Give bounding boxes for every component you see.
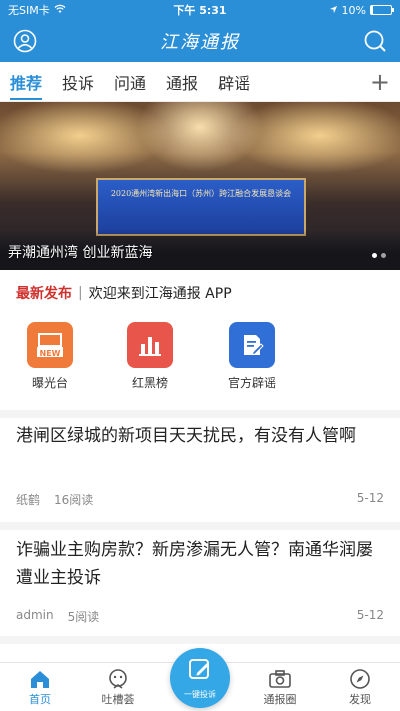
carousel-dot[interactable] bbox=[381, 253, 386, 258]
fab-label: 一键投诉 bbox=[184, 689, 216, 699]
quick-link-ranking[interactable]: 红黑榜 bbox=[110, 322, 190, 391]
pen-icon bbox=[187, 657, 213, 687]
tabbar-complain[interactable]: 吐槽荟 bbox=[88, 667, 148, 707]
status-bar: 无SIM卡 下午 5:31 10% bbox=[0, 0, 400, 20]
search-icon[interactable] bbox=[362, 28, 388, 54]
article-author: admin bbox=[16, 608, 54, 622]
category-tabs: 推荐 投诉 问通 通报 辟谣 + bbox=[0, 62, 400, 102]
bar-chart-icon bbox=[127, 322, 173, 368]
article-author: 纸鹤 bbox=[16, 493, 41, 507]
tabbar-discover[interactable]: 发现 bbox=[330, 667, 390, 707]
tabbar-label: 通报圈 bbox=[263, 693, 297, 706]
new-badge: NEW bbox=[39, 349, 61, 358]
wifi-icon bbox=[54, 4, 66, 17]
home-icon bbox=[10, 667, 70, 691]
camera-icon bbox=[250, 667, 310, 691]
quick-link-label: 曝光台 bbox=[31, 376, 68, 390]
article-reads: 16阅读 bbox=[54, 493, 94, 507]
quick-links: NEW 曝光台 红黑榜 官方辟谣 bbox=[0, 322, 400, 402]
quick-link-exposure[interactable]: NEW 曝光台 bbox=[10, 322, 90, 391]
news-ticker[interactable]: 最新发布 | 欢迎来到江海通报 APP bbox=[0, 278, 400, 308]
app-title: 江海通报 bbox=[160, 32, 240, 53]
article-date: 5-12 bbox=[356, 608, 384, 622]
status-time: 下午 5:31 bbox=[173, 4, 227, 17]
article-reads: 5阅读 bbox=[67, 610, 100, 624]
banner-caption: 弄潮通州湾 创业新蓝海 bbox=[8, 245, 153, 261]
quick-link-label: 红黑榜 bbox=[131, 376, 168, 390]
article-title: 诈骗业主购房款？新房渗漏无人管？南通华润屡遭业主投诉 bbox=[16, 540, 373, 588]
profile-icon[interactable] bbox=[12, 28, 38, 54]
tabbar-home[interactable]: 首页 bbox=[10, 667, 70, 707]
tab-ask[interactable]: 问通 bbox=[114, 62, 146, 102]
article-item[interactable]: 港闸区绿城的新项目天天扰民，有没有人管啊 bbox=[0, 422, 400, 450]
compass-icon bbox=[330, 667, 390, 691]
quick-link-official[interactable]: 官方辟谣 bbox=[212, 322, 292, 391]
ticker-text: 欢迎来到江海通报 APP bbox=[88, 286, 232, 302]
tabbar-circle[interactable]: 通报圈 bbox=[250, 667, 310, 707]
banner-stage: 2020通州湾新出海口（苏州）跨江融合发展恳谈会 bbox=[96, 178, 306, 236]
exposure-icon: NEW bbox=[27, 322, 73, 368]
battery-percent: 10% bbox=[341, 3, 366, 17]
article-item[interactable]: 诈骗业主购房款？新房渗漏无人管？南通华润屡遭业主投诉 bbox=[0, 536, 400, 592]
article-meta: 纸鹤 16阅读 5-12 bbox=[16, 491, 384, 508]
tabbar-label: 发现 bbox=[349, 693, 371, 706]
tab-recommend[interactable]: 推荐 bbox=[10, 62, 43, 102]
article-meta: admin 5阅读 5-12 bbox=[16, 608, 384, 625]
article-date: 5-12 bbox=[356, 491, 384, 505]
chat-face-icon bbox=[88, 667, 148, 691]
tab-report[interactable]: 通报 bbox=[166, 62, 198, 102]
carousel-dots bbox=[372, 253, 386, 258]
quick-complaint-button[interactable]: 一键投诉 bbox=[170, 648, 230, 708]
app-header: 江海通报 bbox=[0, 20, 400, 62]
article-title: 港闸区绿城的新项目天天扰民，有没有人管啊 bbox=[16, 426, 356, 446]
quick-link-label: 官方辟谣 bbox=[227, 376, 276, 390]
carousel-dot[interactable] bbox=[372, 253, 377, 258]
document-edit-icon bbox=[229, 322, 275, 368]
tabbar-label: 吐槽荟 bbox=[101, 693, 135, 706]
carrier-label: 无SIM卡 bbox=[8, 4, 50, 17]
banner-carousel[interactable]: 2020通州湾新出海口（苏州）跨江融合发展恳谈会 弄潮通州湾 创业新蓝海 bbox=[0, 102, 400, 270]
location-icon bbox=[329, 4, 338, 17]
tab-rumor[interactable]: 辟谣 bbox=[218, 62, 250, 102]
add-tab-icon[interactable]: + bbox=[370, 68, 390, 96]
ticker-label: 最新发布 bbox=[16, 286, 72, 302]
tabbar-label: 首页 bbox=[29, 693, 51, 706]
banner-stage-text: 2020通州湾新出海口（苏州）跨江融合发展恳谈会 bbox=[110, 189, 292, 198]
battery-icon bbox=[370, 5, 394, 15]
tab-complaint[interactable]: 投诉 bbox=[62, 62, 94, 102]
